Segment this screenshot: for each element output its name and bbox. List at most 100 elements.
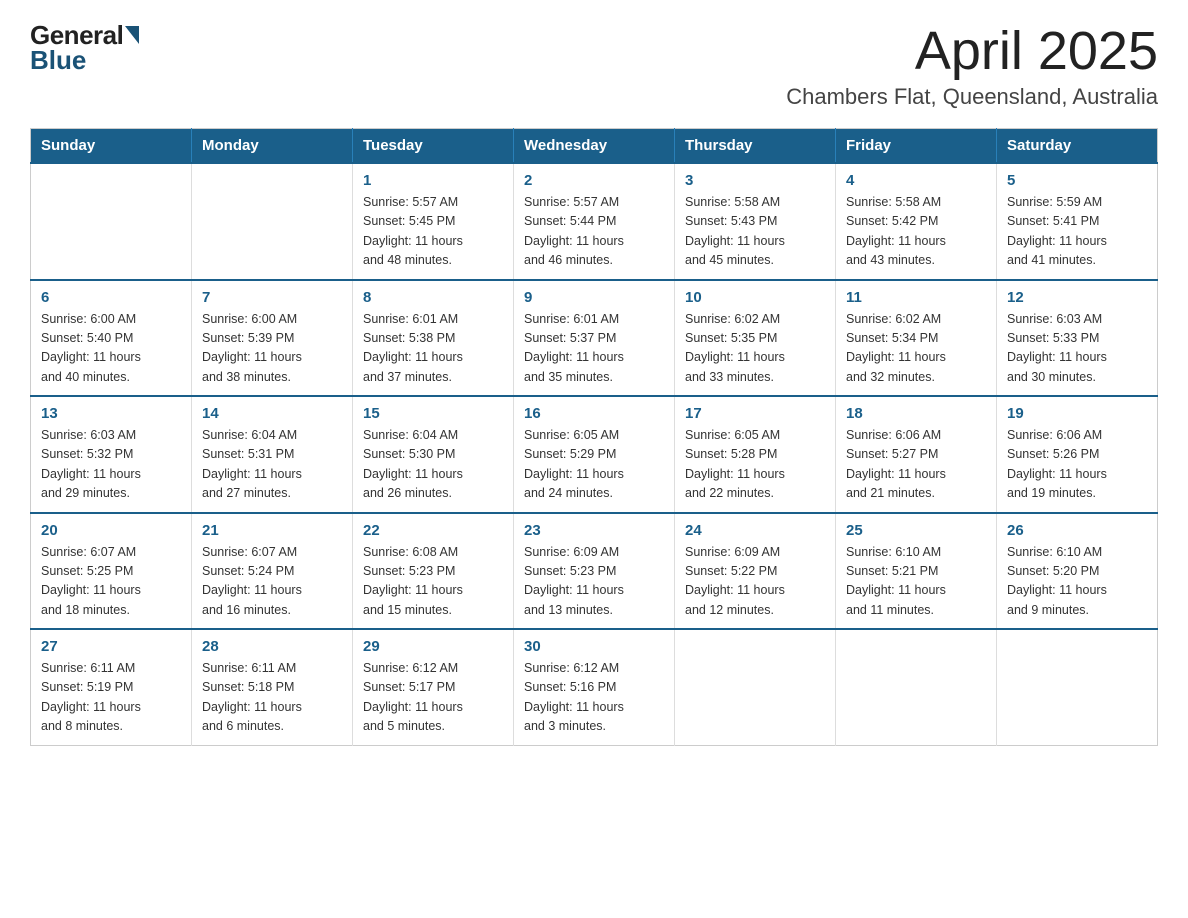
weekday-header-sunday: Sunday — [31, 129, 192, 164]
day-detail: Sunrise: 5:59 AMSunset: 5:41 PMDaylight:… — [1007, 193, 1147, 271]
calendar-cell: 23 Sunrise: 6:09 AMSunset: 5:23 PMDayligh… — [514, 513, 675, 630]
weekday-header-monday: Monday — [192, 129, 353, 164]
day-number: 2 — [524, 172, 664, 189]
day-detail: Sunrise: 6:12 AMSunset: 5:17 PMDaylight:… — [363, 659, 503, 737]
logo: General Blue — [30, 20, 139, 76]
calendar-cell: 19 Sunrise: 6:06 AMSunset: 5:26 PMDayligh… — [997, 396, 1158, 513]
day-detail: Sunrise: 6:04 AMSunset: 5:30 PMDaylight:… — [363, 426, 503, 504]
calendar-cell — [31, 163, 192, 280]
weekday-header-tuesday: Tuesday — [353, 129, 514, 164]
calendar-cell — [997, 629, 1158, 745]
calendar-cell: 1 Sunrise: 5:57 AMSunset: 5:45 PMDaylight… — [353, 163, 514, 280]
calendar-cell: 25 Sunrise: 6:10 AMSunset: 5:21 PMDayligh… — [836, 513, 997, 630]
calendar-cell: 6 Sunrise: 6:00 AMSunset: 5:40 PMDaylight… — [31, 280, 192, 397]
calendar-cell — [675, 629, 836, 745]
day-detail: Sunrise: 6:01 AMSunset: 5:37 PMDaylight:… — [524, 310, 664, 388]
day-number: 15 — [363, 405, 503, 422]
day-number: 21 — [202, 522, 342, 539]
calendar-cell: 24 Sunrise: 6:09 AMSunset: 5:22 PMDayligh… — [675, 513, 836, 630]
day-detail: Sunrise: 6:10 AMSunset: 5:21 PMDaylight:… — [846, 543, 986, 621]
weekday-header-wednesday: Wednesday — [514, 129, 675, 164]
calendar-cell: 2 Sunrise: 5:57 AMSunset: 5:44 PMDaylight… — [514, 163, 675, 280]
calendar-cell: 9 Sunrise: 6:01 AMSunset: 5:37 PMDaylight… — [514, 280, 675, 397]
day-detail: Sunrise: 5:57 AMSunset: 5:45 PMDaylight:… — [363, 193, 503, 271]
day-detail: Sunrise: 6:07 AMSunset: 5:25 PMDaylight:… — [41, 543, 181, 621]
calendar-cell: 11 Sunrise: 6:02 AMSunset: 5:34 PMDayligh… — [836, 280, 997, 397]
day-number: 11 — [846, 289, 986, 306]
day-detail: Sunrise: 6:00 AMSunset: 5:39 PMDaylight:… — [202, 310, 342, 388]
day-number: 23 — [524, 522, 664, 539]
day-number: 6 — [41, 289, 181, 306]
calendar-cell: 29 Sunrise: 6:12 AMSunset: 5:17 PMDayligh… — [353, 629, 514, 745]
day-detail: Sunrise: 6:11 AMSunset: 5:19 PMDaylight:… — [41, 659, 181, 737]
day-number: 18 — [846, 405, 986, 422]
day-number: 22 — [363, 522, 503, 539]
day-detail: Sunrise: 6:02 AMSunset: 5:35 PMDaylight:… — [685, 310, 825, 388]
page-title: April 2025 — [786, 20, 1158, 82]
day-detail: Sunrise: 6:00 AMSunset: 5:40 PMDaylight:… — [41, 310, 181, 388]
day-detail: Sunrise: 6:03 AMSunset: 5:33 PMDaylight:… — [1007, 310, 1147, 388]
title-block: April 2025 Chambers Flat, Queensland, Au… — [786, 20, 1158, 110]
day-number: 17 — [685, 405, 825, 422]
day-number: 8 — [363, 289, 503, 306]
day-detail: Sunrise: 6:02 AMSunset: 5:34 PMDaylight:… — [846, 310, 986, 388]
logo-arrow-icon — [125, 26, 139, 44]
calendar-header-row: SundayMondayTuesdayWednesdayThursdayFrid… — [31, 129, 1158, 164]
day-number: 3 — [685, 172, 825, 189]
calendar-cell: 13Sunrise: 6:03 AMSunset: 5:32 PMDayligh… — [31, 396, 192, 513]
day-detail: Sunrise: 6:07 AMSunset: 5:24 PMDaylight:… — [202, 543, 342, 621]
calendar-cell: 3 Sunrise: 5:58 AMSunset: 5:43 PMDaylight… — [675, 163, 836, 280]
day-detail: Sunrise: 6:10 AMSunset: 5:20 PMDaylight:… — [1007, 543, 1147, 621]
calendar-cell: 20 Sunrise: 6:07 AMSunset: 5:25 PMDayligh… — [31, 513, 192, 630]
day-detail: Sunrise: 6:01 AMSunset: 5:38 PMDaylight:… — [363, 310, 503, 388]
calendar-week-row: 1 Sunrise: 5:57 AMSunset: 5:45 PMDaylight… — [31, 163, 1158, 280]
calendar-cell — [192, 163, 353, 280]
calendar-week-row: 13Sunrise: 6:03 AMSunset: 5:32 PMDayligh… — [31, 396, 1158, 513]
day-number: 5 — [1007, 172, 1147, 189]
calendar-cell: 10 Sunrise: 6:02 AMSunset: 5:35 PMDayligh… — [675, 280, 836, 397]
page-subtitle: Chambers Flat, Queensland, Australia — [786, 84, 1158, 110]
day-number: 9 — [524, 289, 664, 306]
calendar-week-row: 6 Sunrise: 6:00 AMSunset: 5:40 PMDaylight… — [31, 280, 1158, 397]
day-number: 30 — [524, 638, 664, 655]
day-number: 1 — [363, 172, 503, 189]
calendar-cell: 21 Sunrise: 6:07 AMSunset: 5:24 PMDayligh… — [192, 513, 353, 630]
day-number: 20 — [41, 522, 181, 539]
calendar-week-row: 20 Sunrise: 6:07 AMSunset: 5:25 PMDayligh… — [31, 513, 1158, 630]
day-detail: Sunrise: 6:04 AMSunset: 5:31 PMDaylight:… — [202, 426, 342, 504]
day-detail: Sunrise: 6:12 AMSunset: 5:16 PMDaylight:… — [524, 659, 664, 737]
day-detail: Sunrise: 5:57 AMSunset: 5:44 PMDaylight:… — [524, 193, 664, 271]
day-number: 16 — [524, 405, 664, 422]
day-detail: Sunrise: 5:58 AMSunset: 5:42 PMDaylight:… — [846, 193, 986, 271]
calendar-cell: 8 Sunrise: 6:01 AMSunset: 5:38 PMDaylight… — [353, 280, 514, 397]
day-number: 25 — [846, 522, 986, 539]
calendar-cell: 22 Sunrise: 6:08 AMSunset: 5:23 PMDayligh… — [353, 513, 514, 630]
day-number: 19 — [1007, 405, 1147, 422]
day-detail: Sunrise: 6:09 AMSunset: 5:23 PMDaylight:… — [524, 543, 664, 621]
day-detail: Sunrise: 6:05 AMSunset: 5:29 PMDaylight:… — [524, 426, 664, 504]
calendar-week-row: 27Sunrise: 6:11 AMSunset: 5:19 PMDayligh… — [31, 629, 1158, 745]
day-number: 4 — [846, 172, 986, 189]
day-detail: Sunrise: 5:58 AMSunset: 5:43 PMDaylight:… — [685, 193, 825, 271]
day-detail: Sunrise: 6:09 AMSunset: 5:22 PMDaylight:… — [685, 543, 825, 621]
day-detail: Sunrise: 6:06 AMSunset: 5:26 PMDaylight:… — [1007, 426, 1147, 504]
day-detail: Sunrise: 6:06 AMSunset: 5:27 PMDaylight:… — [846, 426, 986, 504]
day-number: 12 — [1007, 289, 1147, 306]
day-detail: Sunrise: 6:03 AMSunset: 5:32 PMDaylight:… — [41, 426, 181, 504]
day-number: 10 — [685, 289, 825, 306]
calendar-table: SundayMondayTuesdayWednesdayThursdayFrid… — [30, 128, 1158, 746]
day-detail: Sunrise: 6:05 AMSunset: 5:28 PMDaylight:… — [685, 426, 825, 504]
page-header: General Blue April 2025 Chambers Flat, Q… — [30, 20, 1158, 110]
calendar-cell: 16 Sunrise: 6:05 AMSunset: 5:29 PMDayligh… — [514, 396, 675, 513]
day-number: 24 — [685, 522, 825, 539]
weekday-header-friday: Friday — [836, 129, 997, 164]
calendar-cell: 14Sunrise: 6:04 AMSunset: 5:31 PMDayligh… — [192, 396, 353, 513]
weekday-header-saturday: Saturday — [997, 129, 1158, 164]
day-number: 28 — [202, 638, 342, 655]
day-detail: Sunrise: 6:08 AMSunset: 5:23 PMDaylight:… — [363, 543, 503, 621]
weekday-header-thursday: Thursday — [675, 129, 836, 164]
calendar-cell: 7Sunrise: 6:00 AMSunset: 5:39 PMDaylight… — [192, 280, 353, 397]
day-number: 29 — [363, 638, 503, 655]
calendar-cell: 26Sunrise: 6:10 AMSunset: 5:20 PMDayligh… — [997, 513, 1158, 630]
calendar-cell: 4 Sunrise: 5:58 AMSunset: 5:42 PMDaylight… — [836, 163, 997, 280]
